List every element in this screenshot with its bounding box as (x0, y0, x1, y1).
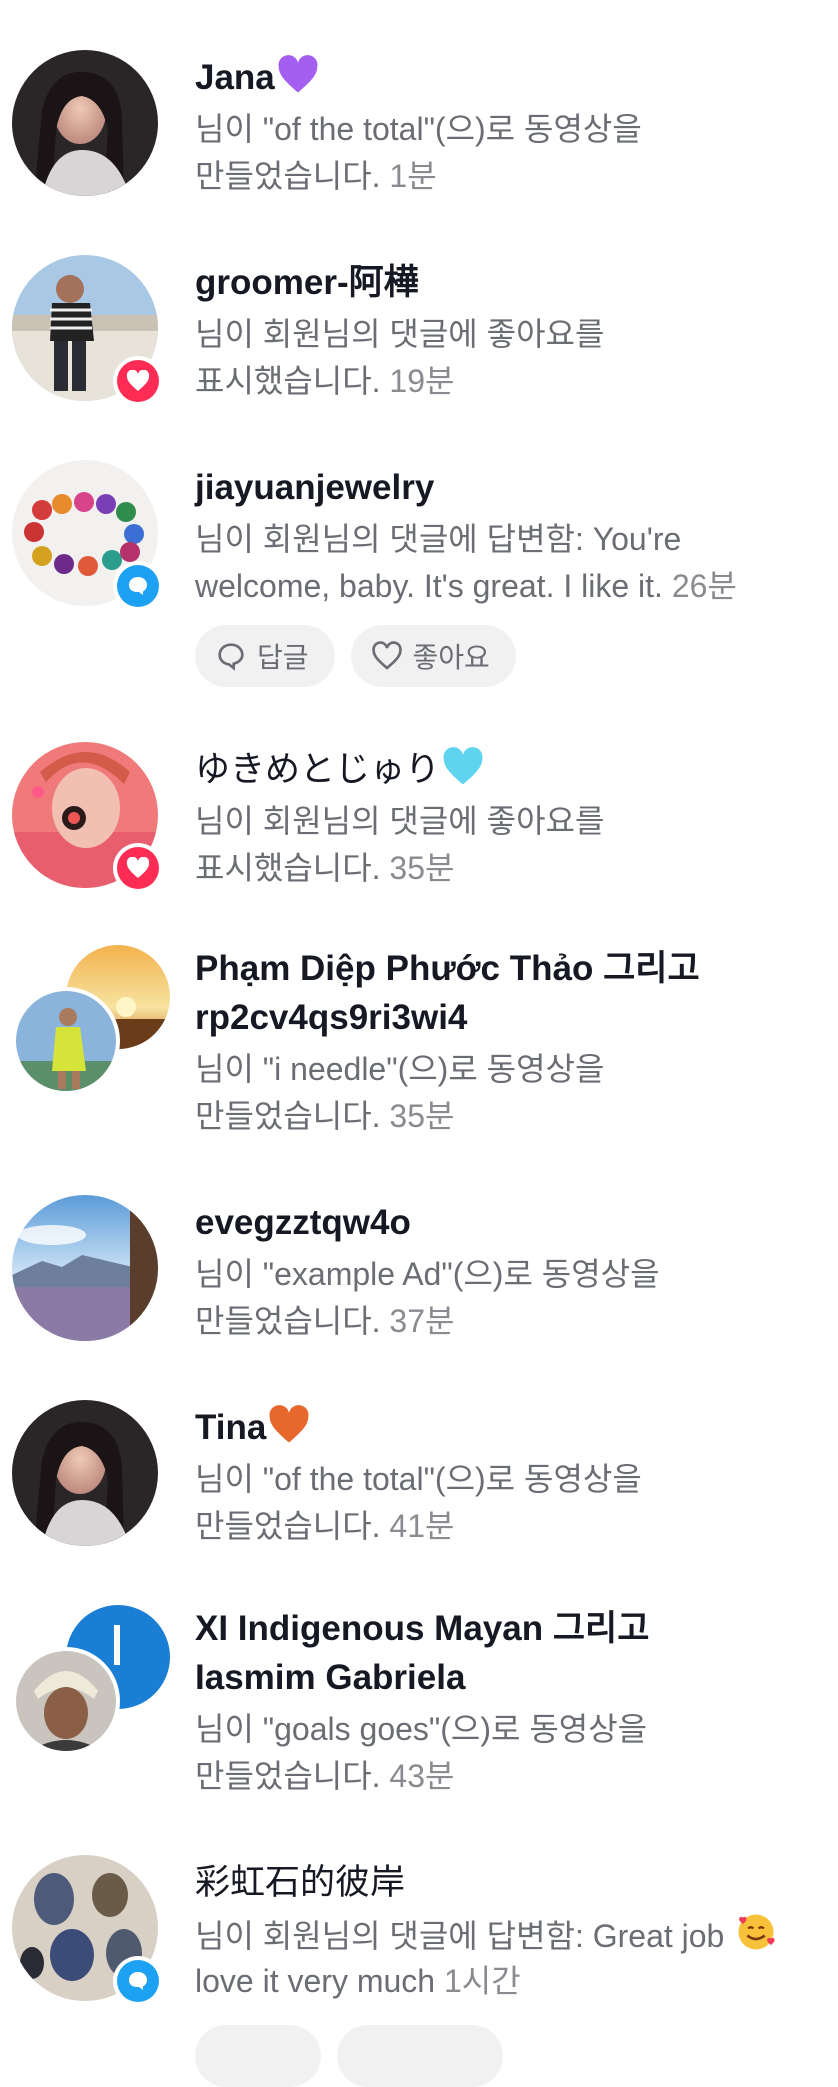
username[interactable]: evegzztqw4o (195, 1199, 411, 1247)
avatar[interactable] (16, 991, 116, 1091)
notification-text-line2: 만들었습니다. 37분 (195, 1303, 455, 1339)
timestamp: 1분 (389, 158, 437, 194)
like-label: 좋아요 (412, 642, 490, 673)
notification-text-line2: 표시했습니다. 35분 (195, 850, 455, 886)
username-secondary[interactable]: rp2cv4qs9ri3wi4 (195, 994, 467, 1042)
timestamp: 35분 (389, 850, 455, 886)
avatar[interactable] (12, 1400, 158, 1546)
purple-heart-icon (277, 55, 319, 108)
timestamp: 19분 (389, 363, 455, 399)
username[interactable]: Jana (195, 54, 319, 108)
notification-text-line2: 만들었습니다. 35분 (195, 1098, 455, 1134)
timestamp: 35분 (389, 1098, 455, 1134)
avatar[interactable] (12, 1195, 158, 1341)
notification-text: 님이 "goals goes"(으)로 동영상을 (195, 1711, 648, 1747)
timestamp: 43분 (389, 1758, 455, 1794)
notification-text: 님이 "i needle"(으)로 동영상을 (195, 1051, 605, 1087)
light-blue-heart-icon (442, 747, 484, 800)
reply-badge (113, 561, 163, 611)
timestamp: 26분 (671, 568, 737, 604)
username-secondary[interactable]: Iasmim Gabriela (195, 1654, 465, 1702)
username[interactable]: jiayuanjewelry (195, 464, 434, 512)
notification-text-line2: 만들었습니다. 1분 (195, 158, 437, 194)
heart-icon (126, 857, 150, 878)
notification-text-line2: welcome, baby. It's great. I like it. 26… (195, 568, 737, 604)
notification-text: 님이 "example Ad"(으)로 동영상을 (195, 1256, 660, 1292)
notification-text: 님이 회원님의 댓글에 좋아요를 (195, 803, 605, 839)
reply-icon (129, 577, 147, 595)
like-button[interactable] (337, 2025, 503, 2087)
username[interactable]: Tina (195, 1404, 310, 1458)
orange-heart-icon (268, 1405, 310, 1458)
avatar[interactable] (12, 50, 158, 196)
like-badge (113, 843, 163, 893)
username[interactable]: ゆきめとじゅり (195, 746, 484, 800)
like-badge (113, 356, 163, 406)
notification-text: 님이 회원님의 댓글에 좋아요를 (195, 316, 605, 352)
notification-text: 님이 회원님의 댓글에 답변함: You're (195, 521, 682, 557)
notification-text: 님이 "of the total"(으)로 동영상을 (195, 1461, 642, 1497)
smiling-face-with-hearts-icon (735, 1911, 777, 1966)
avatar[interactable] (16, 1651, 116, 1751)
notification-text-line2: 표시했습니다. 19분 (195, 363, 455, 399)
like-button[interactable]: 좋아요 (350, 625, 516, 687)
username[interactable]: groomer-阿樺 (195, 259, 419, 307)
username[interactable]: 彩虹石的彼岸 (195, 1859, 405, 1907)
reply-label: 답글 (257, 642, 309, 673)
reply-icon (129, 1972, 147, 1990)
timestamp: 41분 (389, 1508, 455, 1544)
comment-icon (218, 643, 244, 671)
reply-button[interactable]: 답글 (195, 625, 335, 687)
reply-badge (113, 1956, 163, 2006)
notification-text-line2: love it very much 1시간 (195, 1963, 521, 1999)
username[interactable]: XI Indigenous Mayan 그리고 (195, 1605, 649, 1653)
heart-icon (126, 370, 150, 391)
heart-outline-icon (371, 641, 402, 670)
timestamp: 1시간 (443, 1963, 521, 1999)
reply-button[interactable] (195, 2025, 321, 2087)
username[interactable]: Phạm Diệp Phước Thảo 그리고 (195, 945, 700, 993)
notification-text: 님이 "of the total"(으)로 동영상을 (195, 111, 642, 147)
notification-text-line2: 만들었습니다. 41분 (195, 1508, 455, 1544)
timestamp: 37분 (389, 1303, 455, 1339)
notification-text-line2: 만들었습니다. 43분 (195, 1758, 455, 1794)
